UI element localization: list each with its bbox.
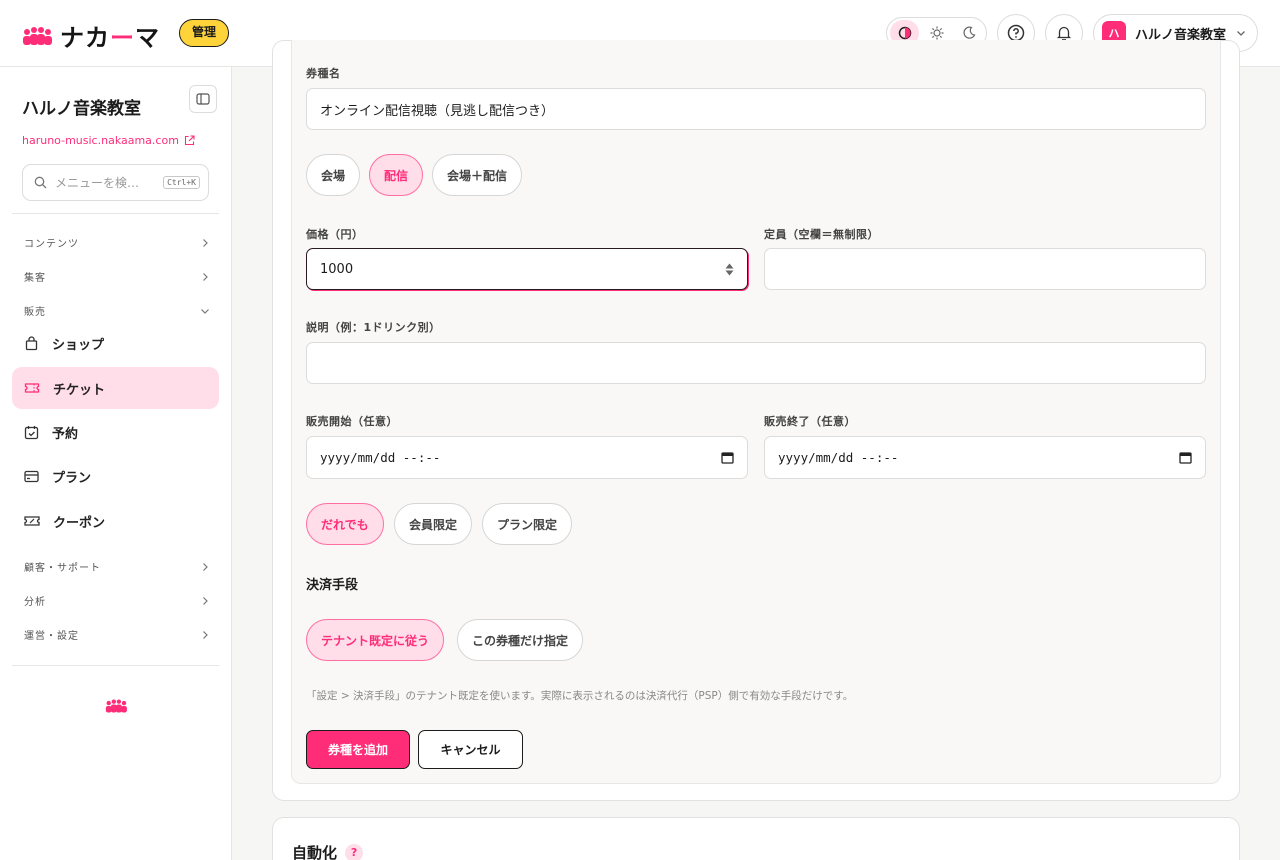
sidebar-item-plan[interactable]: プラン — [12, 455, 219, 497]
venue-option-streaming[interactable]: 配信 — [369, 154, 424, 196]
chevron-right-icon — [203, 596, 208, 605]
credit-card-icon — [24, 470, 39, 482]
ticket-name-value: オンライン配信視聴（見逃し配信つき） — [320, 103, 555, 119]
people-logo-icon — [105, 699, 127, 713]
section-marketing[interactable]: 集客 — [24, 269, 210, 284]
chevron-down-icon — [1237, 31, 1245, 36]
section-operations[interactable]: 運営・設定 — [24, 627, 210, 642]
chevron-right-icon — [203, 630, 208, 639]
number-stepper[interactable] — [725, 263, 734, 276]
capacity-label: 定員（空欄＝無制限） — [764, 228, 879, 241]
automation-card — [272, 817, 1240, 860]
calendar-icon[interactable] — [1179, 451, 1192, 464]
section-label: コンテンツ — [24, 239, 79, 250]
divider — [12, 665, 219, 666]
admin-badge: 管理 — [179, 19, 230, 47]
sidebar-item-label: チケット — [53, 382, 106, 398]
automation-title: 自動化 ? — [292, 842, 364, 860]
sidebar-toggle-icon — [196, 93, 210, 105]
sidebar: ハルノ音楽教室 haruno-music.nakaama.com メニューを検…… — [0, 67, 232, 860]
sidebar-item-label: プラン — [52, 470, 92, 486]
payment-option-tenant-default[interactable]: テナント既定に従う — [306, 619, 445, 661]
chevron-right-icon — [203, 238, 208, 247]
sidebar-item-label: クーポン — [53, 515, 106, 531]
section-customers[interactable]: 顧客・サポート — [24, 559, 210, 574]
site-url-link[interactable]: haruno-music.nakaama.com — [22, 134, 195, 147]
venue-option-both[interactable]: 会場＋配信 — [432, 154, 523, 196]
section-label: 販売 — [24, 307, 46, 318]
payment-note: 「設定 > 決済手段」のテナント既定を使います。実際に表示されるのは決済代行（P… — [306, 690, 854, 702]
sidebar-item-label: ショップ — [52, 337, 105, 353]
section-label: 運営・設定 — [24, 631, 79, 642]
brand-logo[interactable]: ナカーマ — [22, 18, 160, 53]
calendar-icon[interactable] — [721, 451, 734, 464]
sidebar-item-label: 予約 — [52, 426, 79, 442]
section-analytics[interactable]: 分析 — [24, 593, 210, 608]
automation-title-text: 自動化 — [292, 844, 338, 860]
menu-search-input[interactable]: メニューを検… Ctrl+K — [22, 164, 209, 201]
site-url-text: haruno-music.nakaama.com — [22, 134, 179, 147]
menu-search-placeholder: メニューを検… — [55, 176, 140, 190]
chevron-right-icon — [203, 562, 208, 571]
brand-name: ナカーマ — [60, 24, 160, 52]
description-label: 説明（例：1ドリンク別） — [306, 321, 441, 334]
section-sales[interactable]: 販売 — [24, 303, 210, 318]
venue-option-venue[interactable]: 会場 — [306, 154, 361, 196]
audience-option-members[interactable]: 会員限定 — [394, 503, 473, 545]
bell-icon — [1056, 26, 1072, 41]
people-logo-icon — [23, 26, 52, 45]
payment-heading: 決済手段 — [306, 578, 359, 593]
moon-icon — [962, 26, 975, 39]
sidebar-collapse-button[interactable] — [189, 85, 217, 113]
sale-end-value: yyyy/mm/dd --:-- — [778, 450, 899, 465]
help-icon[interactable]: ? — [345, 843, 364, 860]
sun-icon — [930, 26, 943, 40]
sale-start-input[interactable]: yyyy/mm/dd --:-- — [306, 436, 748, 479]
sidebar-item-reservation[interactable]: 予約 — [12, 411, 219, 453]
section-label: 顧客・サポート — [24, 563, 101, 574]
section-label: 分析 — [24, 597, 46, 608]
sidebar-item-coupon[interactable]: クーポン — [12, 500, 219, 542]
section-contents[interactable]: コンテンツ — [24, 235, 210, 250]
site-name: ハルノ音楽教室 — [22, 99, 141, 119]
ticket-name-label: 券種名 — [306, 67, 341, 80]
coupon-icon — [24, 516, 40, 526]
divider — [12, 213, 219, 214]
stepper-up-icon — [725, 263, 734, 268]
sidebar-item-shop[interactable]: ショップ — [12, 322, 219, 364]
sale-start-label: 販売開始（任意） — [306, 415, 398, 428]
description-input[interactable] — [306, 342, 1206, 384]
add-ticket-type-button[interactable]: 券種を追加 — [306, 730, 410, 769]
capacity-input[interactable] — [764, 248, 1206, 290]
ticket-type-form — [291, 40, 1221, 784]
cancel-button[interactable]: キャンセル — [418, 730, 523, 769]
external-link-icon — [184, 135, 195, 146]
sidebar-item-ticket[interactable]: チケット — [12, 367, 219, 409]
shopping-bag-icon — [25, 335, 38, 350]
section-label: 集客 — [24, 273, 46, 284]
contrast-icon — [898, 26, 911, 40]
search-shortcut-hint: Ctrl+K — [163, 176, 200, 189]
search-icon — [34, 176, 47, 189]
sale-end-input[interactable]: yyyy/mm/dd --:-- — [764, 436, 1206, 479]
audience-option-plan[interactable]: プラン限定 — [482, 503, 573, 545]
sale-end-label: 販売終了（任意） — [764, 415, 856, 428]
calendar-check-icon — [24, 425, 39, 439]
ticket-icon — [24, 383, 40, 393]
audience-option-anyone[interactable]: だれでも — [306, 503, 384, 545]
stepper-down-icon — [725, 270, 734, 275]
ticket-name-input[interactable]: オンライン配信視聴（見逃し配信つき） — [306, 88, 1206, 130]
sale-start-value: yyyy/mm/dd --:-- — [320, 450, 441, 465]
chevron-right-icon — [203, 272, 208, 281]
price-label: 価格（円） — [306, 228, 364, 241]
price-input[interactable]: 1000 — [306, 248, 748, 290]
chevron-down-icon — [201, 308, 209, 314]
payment-option-custom[interactable]: この券種だけ指定 — [457, 619, 584, 661]
price-value: 1000 — [320, 261, 354, 277]
